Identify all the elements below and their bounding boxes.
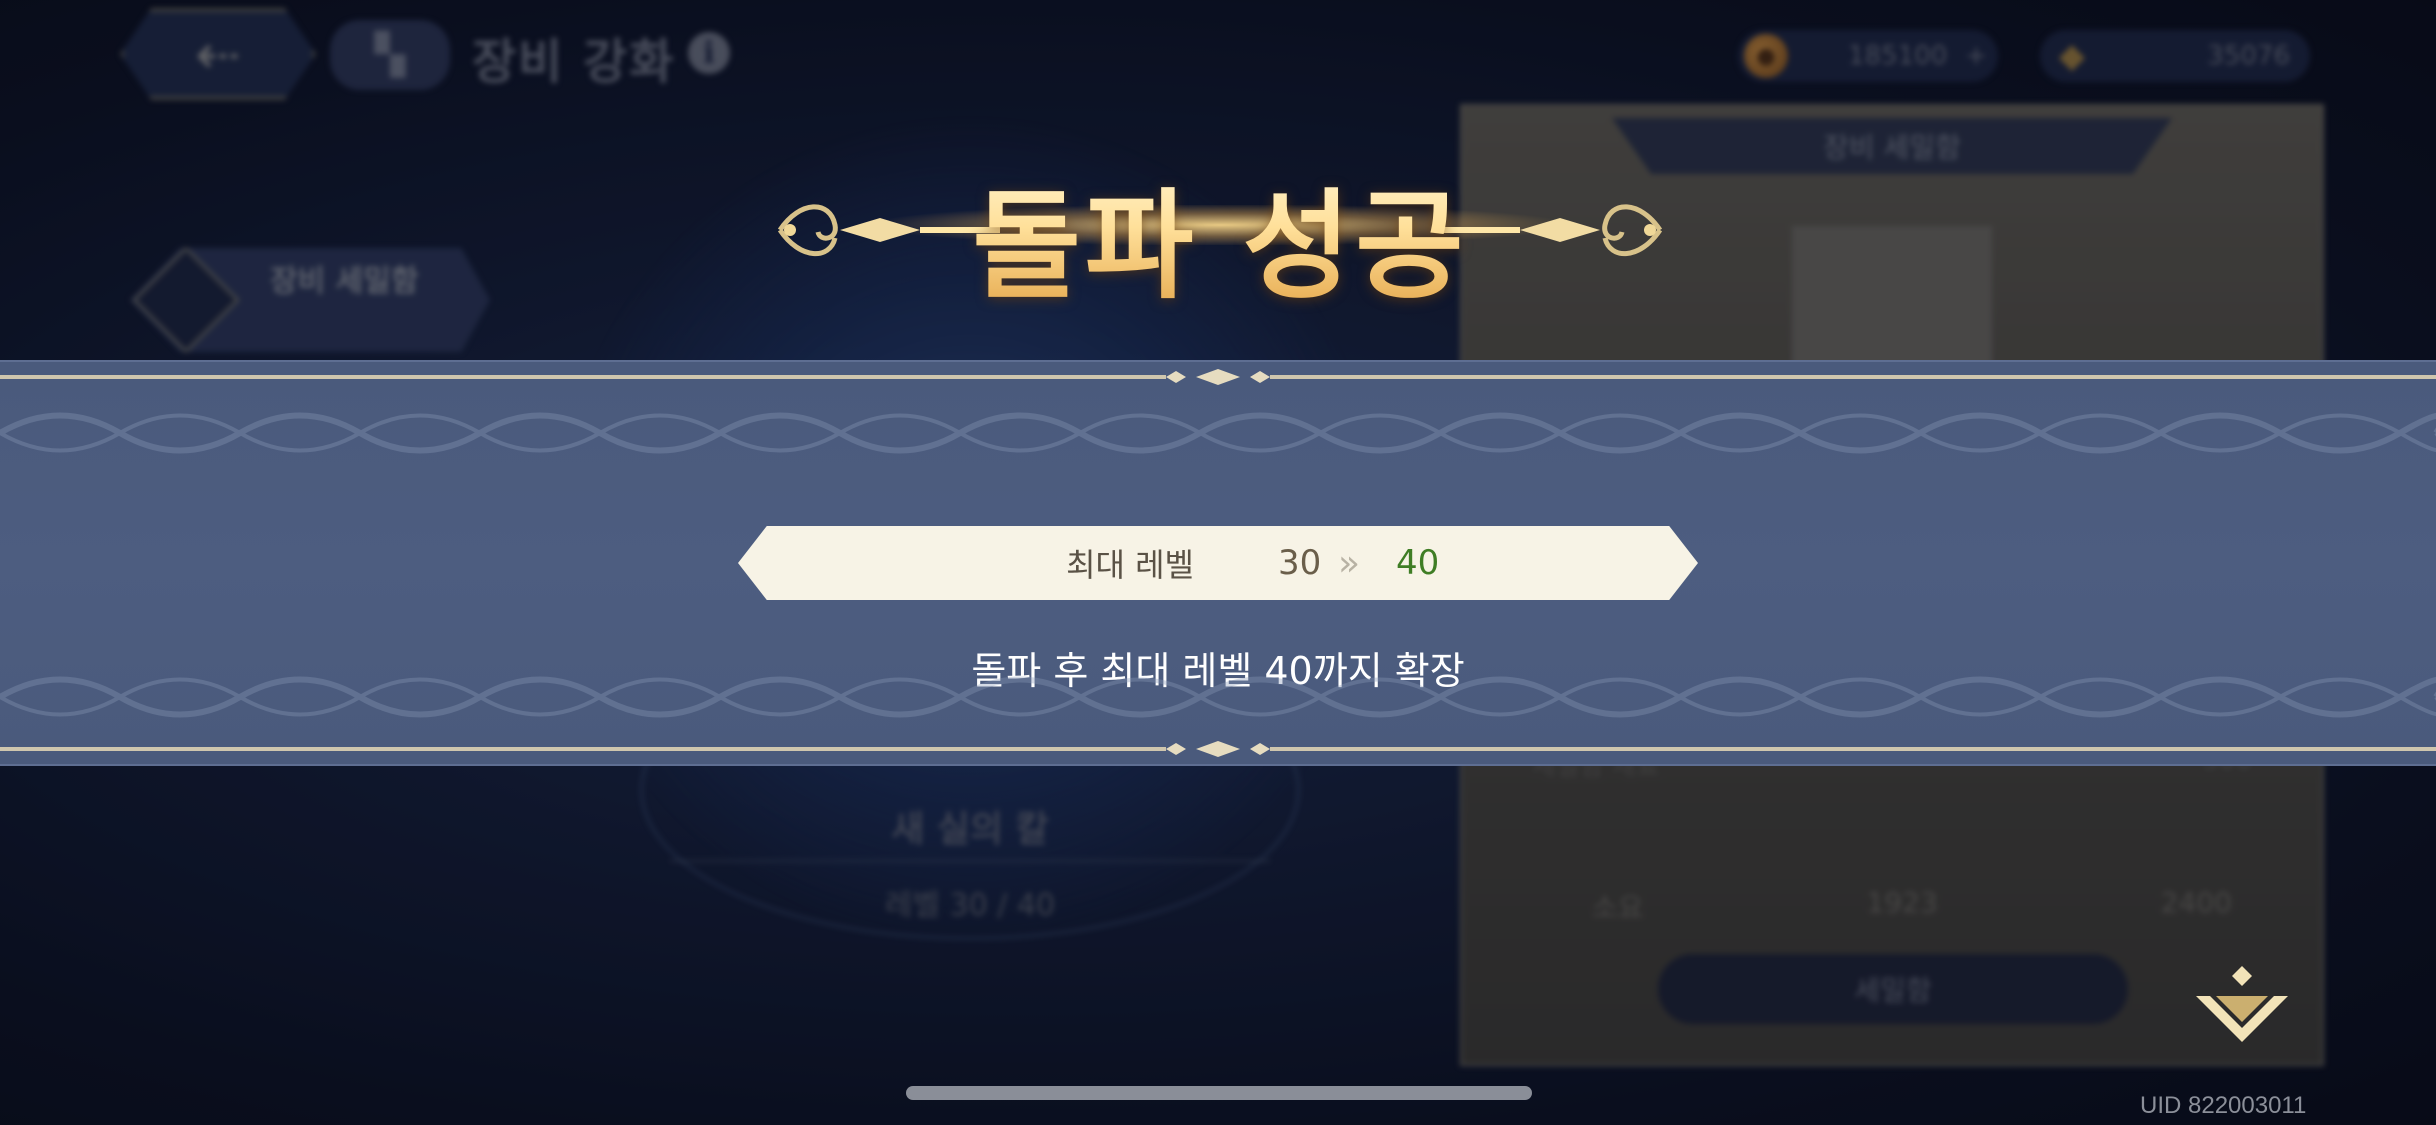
max-level-stat: 최대 레벨 30 » 40 — [738, 526, 1698, 600]
bottom-divider — [0, 741, 2436, 757]
stat-label: 최대 레벨 — [1066, 546, 1194, 584]
stat-old-value: 30 — [1278, 543, 1322, 583]
result-panel: 최대 레벨 30 » 40 돌파 후 최대 레벨 40까지 확장 — [0, 360, 2436, 766]
double-chevron-right-icon: » — [1338, 542, 1360, 584]
top-divider — [0, 369, 2436, 385]
user-id: UID 822003011 — [2140, 1092, 2307, 1119]
continue-chevron-icon[interactable] — [2190, 960, 2294, 1056]
success-title: 돌파 성공 — [770, 150, 1670, 321]
top-pattern — [0, 412, 2436, 454]
bottom-pattern — [0, 676, 2436, 718]
home-indicator[interactable] — [906, 1086, 1532, 1100]
success-header: 돌파 성공 — [770, 150, 1670, 315]
stat-new-value: 40 — [1396, 543, 1440, 583]
